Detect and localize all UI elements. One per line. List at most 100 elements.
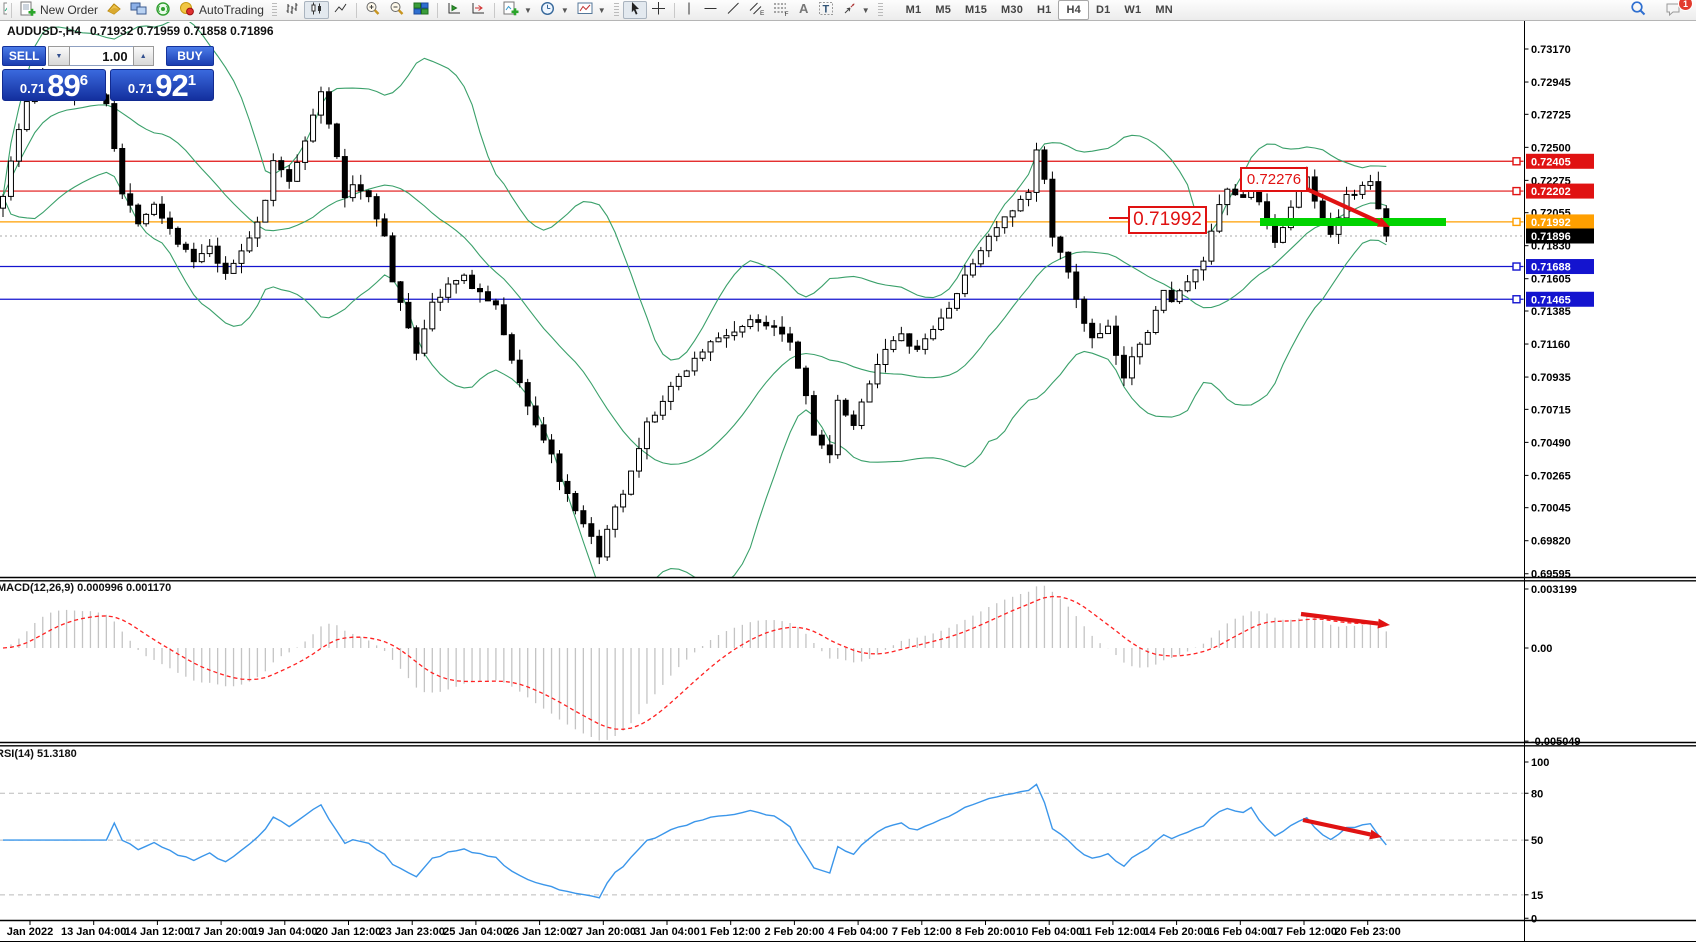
- svg-text:0.71688: 0.71688: [1531, 262, 1571, 274]
- svg-text:4 Feb 04:00: 4 Feb 04:00: [828, 926, 888, 938]
- svg-text:0.73170: 0.73170: [1531, 44, 1571, 56]
- buy-price-pip: 1: [188, 72, 196, 89]
- resistance-price-annotation[interactable]: 0.72276: [1240, 167, 1308, 192]
- svg-text:0.71465: 0.71465: [1531, 294, 1571, 306]
- timeframe-H1-button[interactable]: H1: [1030, 1, 1058, 19]
- svg-text:0.71896: 0.71896: [1531, 231, 1571, 243]
- new-chart-dropdown[interactable]: ▼: [499, 1, 536, 19]
- svg-text:-0.005049: -0.005049: [1531, 736, 1581, 748]
- templates-dropdown[interactable]: ▼: [573, 1, 610, 19]
- svg-text:0.72500: 0.72500: [1531, 142, 1571, 154]
- svg-text:25 Jan 04:00: 25 Jan 04:00: [443, 926, 508, 938]
- trendline-tool[interactable]: [722, 1, 745, 19]
- trend-arrow[interactable]: [1303, 820, 1370, 834]
- svg-text:0.70935: 0.70935: [1531, 372, 1571, 384]
- trend-arrow[interactable]: [1301, 614, 1378, 624]
- chart-line-button[interactable]: [329, 1, 352, 19]
- rsi-pane[interactable]: [0, 784, 1525, 897]
- equidistant-channel-tool[interactable]: E: [745, 1, 769, 19]
- step-forward-button[interactable]: [442, 1, 466, 19]
- sell-button[interactable]: SELL: [2, 46, 46, 66]
- svg-text:20 Feb 23:00: 20 Feb 23:00: [1335, 926, 1401, 938]
- svg-text:0.72202: 0.72202: [1531, 186, 1571, 198]
- svg-text:0.71605: 0.71605: [1531, 274, 1571, 286]
- chevron-down-icon: ▼: [598, 6, 606, 15]
- horizontal-line-tool[interactable]: [699, 1, 722, 19]
- terminal-button[interactable]: [126, 1, 151, 19]
- mt4-window: New Order AutoTrading: [0, 0, 1696, 946]
- svg-text:80: 80: [1531, 788, 1543, 800]
- autotrading-button[interactable]: AutoTrading: [175, 1, 268, 19]
- price-axis[interactable]: 0.731700.729450.727250.725000.722750.720…: [1513, 44, 1594, 925]
- timeframe-MN-button[interactable]: MN: [1148, 1, 1180, 19]
- new-order-button[interactable]: New Order: [16, 1, 102, 19]
- volume-increase-button[interactable]: ▲: [133, 46, 154, 66]
- text-icon: A: [797, 1, 810, 19]
- timeframe-M15-button[interactable]: M15: [958, 1, 994, 19]
- chart-bars-icon: [285, 1, 300, 19]
- volume-decrease-button[interactable]: ▼: [48, 46, 69, 66]
- timeframe-M30-button[interactable]: M30: [994, 1, 1030, 19]
- svg-text:E: E: [760, 10, 765, 16]
- svg-text:17 Feb 12:00: 17 Feb 12:00: [1271, 926, 1337, 938]
- support-price-annotation[interactable]: 0.71992: [1128, 206, 1207, 234]
- horizontal-line-icon: [703, 1, 718, 19]
- toolbar-right-group: 1: [1626, 1, 1686, 19]
- symbol-period: AUDUSD-,H4: [7, 24, 81, 38]
- periods-dropdown[interactable]: ▼: [536, 1, 573, 19]
- timeframe-W1-button[interactable]: W1: [1117, 1, 1148, 19]
- shapes-dropdown[interactable]: ▼: [838, 1, 874, 19]
- buy-price-panel[interactable]: 0.71 92 1: [110, 69, 214, 101]
- ohlc-values: 0.71932 0.71959 0.71858 0.71896: [90, 24, 274, 38]
- svg-text:15: 15: [1531, 890, 1543, 902]
- volume-input[interactable]: [70, 46, 133, 66]
- svg-text:0.69595: 0.69595: [1531, 569, 1571, 581]
- notifications-button[interactable]: 1: [1661, 1, 1686, 19]
- support-zone-bar[interactable]: [1260, 218, 1446, 226]
- timeframe-H4-button[interactable]: H4: [1058, 0, 1088, 20]
- chart-bars-button[interactable]: [281, 1, 304, 19]
- svg-text:26 Jan 12:00: 26 Jan 12:00: [507, 926, 572, 938]
- pane-borders: [0, 21, 1696, 942]
- svg-text:0.00: 0.00: [1531, 643, 1552, 655]
- step-to-end-button[interactable]: [466, 1, 490, 19]
- chevron-down-icon: ▼: [862, 6, 870, 15]
- timeframe-M5-button[interactable]: M5: [928, 1, 958, 19]
- toolbar-separator: [356, 3, 357, 18]
- chart-edge-icon: [0, 1, 7, 19]
- chart-candles-button[interactable]: [304, 1, 329, 19]
- news-button[interactable]: [151, 1, 175, 19]
- text-tool[interactable]: A: [793, 1, 814, 19]
- svg-text:100: 100: [1531, 757, 1549, 769]
- metaeditor-button[interactable]: [102, 1, 126, 19]
- svg-text:0.69820: 0.69820: [1531, 536, 1571, 548]
- tile-windows-button[interactable]: [409, 1, 433, 19]
- crosshair-tool-button[interactable]: [647, 1, 670, 19]
- timeframe-D1-button[interactable]: D1: [1089, 1, 1117, 19]
- chart-window[interactable]: 0.731700.729450.727250.725000.722750.720…: [0, 21, 1696, 946]
- cursor-tool-button[interactable]: [623, 1, 647, 19]
- zoom-in-button[interactable]: [361, 1, 385, 19]
- vertical-line-tool[interactable]: [679, 1, 699, 19]
- buy-button[interactable]: BUY: [166, 46, 214, 66]
- chart-canvas[interactable]: 0.731700.729450.727250.725000.722750.720…: [0, 21, 1696, 946]
- svg-text:14 Feb 20:00: 14 Feb 20:00: [1144, 926, 1210, 938]
- timeframe-M1-button[interactable]: M1: [899, 1, 929, 19]
- svg-text:1 Feb 12:00: 1 Feb 12:00: [701, 926, 761, 938]
- label-icon: T: [818, 1, 834, 19]
- sell-price-panel[interactable]: 0.71 89 6: [2, 69, 106, 101]
- toolbar-grip: [272, 3, 277, 18]
- fibonacci-tool[interactable]: F: [769, 1, 793, 19]
- annotation-arrows: [1300, 186, 1390, 839]
- macd-pane[interactable]: [3, 586, 1386, 741]
- price-pane[interactable]: [0, 21, 1525, 609]
- svg-text:13 Jan 04:00: 13 Jan 04:00: [61, 926, 126, 938]
- time-axis[interactable]: Jan 202213 Jan 04:0014 Jan 12:0017 Jan 2…: [7, 921, 1401, 939]
- zoom-out-button[interactable]: [385, 1, 409, 19]
- chevron-down-icon: ▼: [561, 6, 569, 15]
- svg-text:0.72725: 0.72725: [1531, 109, 1571, 121]
- search-button[interactable]: [1626, 1, 1651, 19]
- label-tool[interactable]: T: [814, 1, 838, 19]
- fibonacci-icon: F: [773, 1, 789, 19]
- svg-text:8 Feb 20:00: 8 Feb 20:00: [956, 926, 1016, 938]
